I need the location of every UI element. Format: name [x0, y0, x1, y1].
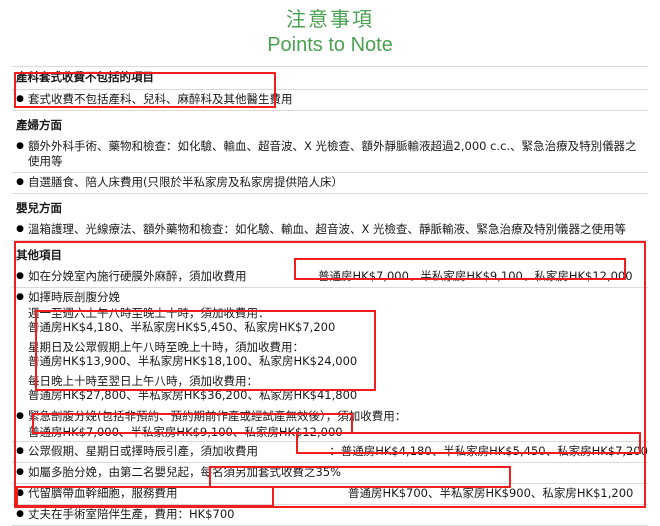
section-heading-row-mother: 產婦方面: [12, 115, 648, 137]
mother-item-0: 額外外科手術、藥物和檢查：如化驗、輸血、超音波、X 光檢查、額外靜脈輸液超過2,…: [28, 139, 637, 168]
section-heading-others: 其他項目: [16, 248, 62, 262]
section-heading-baby: 嬰兒方面: [16, 201, 62, 215]
section-heading-row-baby: 嬰兒方面: [12, 198, 648, 220]
bullet-icon: ●: [16, 224, 24, 234]
others-item-elective: 如擇時辰剖腹分娩: [28, 290, 120, 304]
section-heading-row-others: 其他項目: [12, 245, 648, 267]
bullet-icon: ●: [16, 509, 24, 519]
bullet-icon: ●: [16, 94, 24, 104]
notes-sheet: 產科套式收費不包括的項目 ● 套式收費不包括產科、兒科、麻醉科及其他醫生費用 產…: [0, 66, 660, 526]
list-item: ● 如屬多胎分娩，由第二名嬰兒起，每名須另加套式收費之35%: [12, 463, 648, 484]
bullet-icon: ●: [16, 271, 24, 281]
page-title-english: Points to Note: [267, 34, 393, 56]
list-item: ● 套式收費不包括產科、兒科、麻醉科及其他醫生費用: [12, 90, 648, 111]
mother-item-1: 自選膳食、陪人床費用(只限於半私家房及私家房提供陪人床）: [28, 175, 343, 189]
list-item: ● 代留臍帶血幹細胞，服務費用 普通房HK$700、半私家房HK$900、私家房…: [12, 484, 648, 505]
bullet-icon: ●: [16, 141, 24, 151]
list-item: ● 公眾假期、星期日或擇時辰引產，須加收費用 ： 普通房HK$4,180、半私家…: [12, 442, 648, 463]
price-emergency-csection: 普通房HK$7,000、半私家房HK$9,100、私家房HK$12,000: [28, 425, 343, 439]
list-item: ● 如在分娩室內施行硬膜外麻醉，須加收費用 普通房HK$7,000、半私家房HK…: [12, 267, 648, 288]
bullet-icon: ●: [16, 467, 24, 477]
others-item-epidural: 如在分娩室內施行硬膜外麻醉，須加收費用: [28, 269, 247, 283]
price-elective-weekday: 普通房HK$4,180、半私家房HK$5,450、私家房HK$7,200: [28, 320, 336, 334]
price-induction: 普通房HK$4,180、半私家房HK$5,450、私家房HK$7,200: [340, 444, 648, 458]
excluded-item-0: 套式收費不包括產科、兒科、麻醉科及其他醫生費用: [28, 92, 293, 106]
list-item: ● 丈夫在手術室陪伴生產，費用：HK$700: [12, 505, 648, 526]
others-item-multiple: 如屬多胎分娩，由第二名嬰兒起，每名須另加套式收費之35%: [28, 465, 342, 479]
list-item: ● 緊急剖腹分娩(包括非預約、預約期前作產或經試產無效後），須加收費用： 普通房…: [12, 407, 648, 442]
bullet-icon: ●: [16, 292, 24, 302]
list-item: ● 如擇時辰剖腹分娩 週一至週六上午八時至晚上十時，須加收費用： 普通房HK$4…: [12, 288, 648, 407]
elective-night-label: 每日晚上十時至翌日上午八時，須加收費用：: [28, 374, 258, 388]
list-item: ● 額外外科手術、藥物和檢查：如化驗、輸血、超音波、X 光檢查、額外靜脈輸液超過…: [12, 137, 648, 173]
elective-sunday-label: 星期日及公眾假期上午八時至晚上十時，須加收費用：: [28, 340, 304, 354]
page-title-block: 注意事項 Points to Note: [0, 0, 660, 58]
price-elective-sunday: 普通房HK$13,900、半私家房HK$18,100、私家房HK$24,000: [28, 354, 358, 368]
section-heading-mother: 產婦方面: [16, 118, 62, 132]
page-title-chinese: 注意事項: [286, 7, 374, 31]
list-item: ● 自選膳食、陪人床費用(只限於半私家房及私家房提供陪人床）: [12, 173, 648, 194]
elective-weekday-label: 週一至週六上午八時至晚上十時，須加收費用：: [28, 306, 270, 320]
induction-prefix: ：: [329, 444, 341, 458]
bullet-icon: ●: [16, 177, 24, 187]
bullet-icon: ●: [16, 446, 24, 456]
section-heading-excluded: 產科套式收費不包括的項目: [16, 70, 154, 84]
list-item: ● 溫箱護理、光線療法、額外藥物和檢查：如化驗、輸血、超音波、X 光檢查、靜脈輸…: [12, 220, 648, 241]
others-item-cord-blood: 代留臍帶血幹細胞，服務費用: [28, 486, 178, 500]
price-elective-night: 普通房HK$27,800、半私家房HK$36,200、私家房HK$41,800: [28, 388, 358, 402]
price-cord-blood: 普通房HK$700、半私家房HK$900、私家房HK$1,200: [348, 486, 634, 500]
others-item-induction: 公眾假期、星期日或擇時辰引產，須加收費用: [28, 444, 258, 458]
bullet-icon: ●: [16, 488, 24, 498]
price-epidural: 普通房HK$7,000、半私家房HK$9,100、私家房HK$12,000: [318, 269, 633, 283]
bullet-icon: ●: [16, 411, 24, 421]
others-item-husband: 丈夫在手術室陪伴生產，費用：HK$700: [28, 507, 235, 521]
others-item-emergency: 緊急剖腹分娩(包括非預約、預約期前作產或經試產無效後），須加收費用：: [28, 409, 407, 423]
section-heading-row-excluded: 產科套式收費不包括的項目: [12, 66, 648, 90]
baby-item-0: 溫箱護理、光線療法、額外藥物和檢查：如化驗、輸血、超音波、X 光檢查、靜脈輸液、…: [28, 222, 627, 236]
